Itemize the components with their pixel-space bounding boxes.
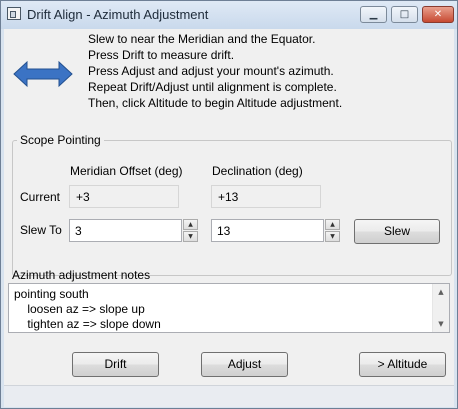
meridian-offset-header: Meridian Offset (deg) (70, 164, 183, 178)
slew-declination-spinner: 13 ▲ ▼ (211, 219, 341, 242)
maximize-button[interactable]: □ (391, 6, 418, 23)
close-button[interactable]: ✕ (422, 6, 454, 23)
instruction-line: Slew to near the Meridian and the Equato… (88, 32, 316, 46)
notes-textarea[interactable]: pointing south loosen az => slope up tig… (8, 283, 450, 333)
declination-decrement-button[interactable]: ▼ (325, 231, 340, 242)
slew-meridian-offset-input[interactable]: 3 (69, 219, 182, 242)
adjust-button[interactable]: Adjust (201, 352, 288, 377)
declination-increment-button[interactable]: ▲ (325, 219, 340, 230)
drift-align-window: Drift Align - Azimuth Adjustment ▁ □ ✕ S… (0, 0, 458, 409)
declination-header: Declination (deg) (212, 164, 303, 178)
status-strip (4, 385, 454, 407)
window-title: Drift Align - Azimuth Adjustment (27, 7, 209, 22)
scope-pointing-group: Scope Pointing Meridian Offset (deg) Dec… (12, 133, 452, 276)
notes-label: Azimuth adjustment notes (12, 268, 151, 282)
title-bar[interactable]: Drift Align - Azimuth Adjustment ▁ □ ✕ (1, 1, 457, 29)
instruction-line: Repeat Drift/Adjust until alignment is c… (88, 80, 337, 94)
slew-meridian-offset-spinner: 3 ▲ ▼ (69, 219, 199, 242)
drift-button[interactable]: Drift (72, 352, 159, 377)
current-meridian-offset-field: +3 (69, 185, 179, 208)
instruction-line: Then, click Altitude to begin Altitude a… (88, 96, 343, 110)
instruction-line: Press Drift to measure drift. (88, 48, 235, 62)
slew-to-label: Slew To (20, 223, 62, 237)
double-arrow-icon (13, 60, 73, 88)
instructions-text: Slew to near the Meridian and the Equato… (88, 31, 450, 111)
scroll-up-arrow-icon[interactable]: ▲ (433, 285, 449, 299)
slew-declination-input[interactable]: 13 (211, 219, 324, 242)
scope-pointing-legend: Scope Pointing (20, 133, 101, 147)
notes-scrollbar[interactable]: ▲ ▼ (432, 284, 449, 332)
instruction-line: Press Adjust and adjust your mount's azi… (88, 64, 334, 78)
altitude-button[interactable]: > Altitude (359, 352, 446, 377)
scroll-down-arrow-icon[interactable]: ▼ (433, 317, 449, 331)
app-icon (7, 7, 21, 20)
current-declination-field: +13 (211, 185, 321, 208)
minimize-button[interactable]: ▁ (360, 6, 387, 23)
slew-button[interactable]: Slew (354, 219, 440, 244)
meridian-decrement-button[interactable]: ▼ (183, 231, 198, 242)
client-area: Slew to near the Meridian and the Equato… (4, 29, 454, 407)
notes-text: pointing south loosen az => slope up tig… (14, 287, 161, 331)
meridian-increment-button[interactable]: ▲ (183, 219, 198, 230)
current-label: Current (20, 190, 61, 204)
